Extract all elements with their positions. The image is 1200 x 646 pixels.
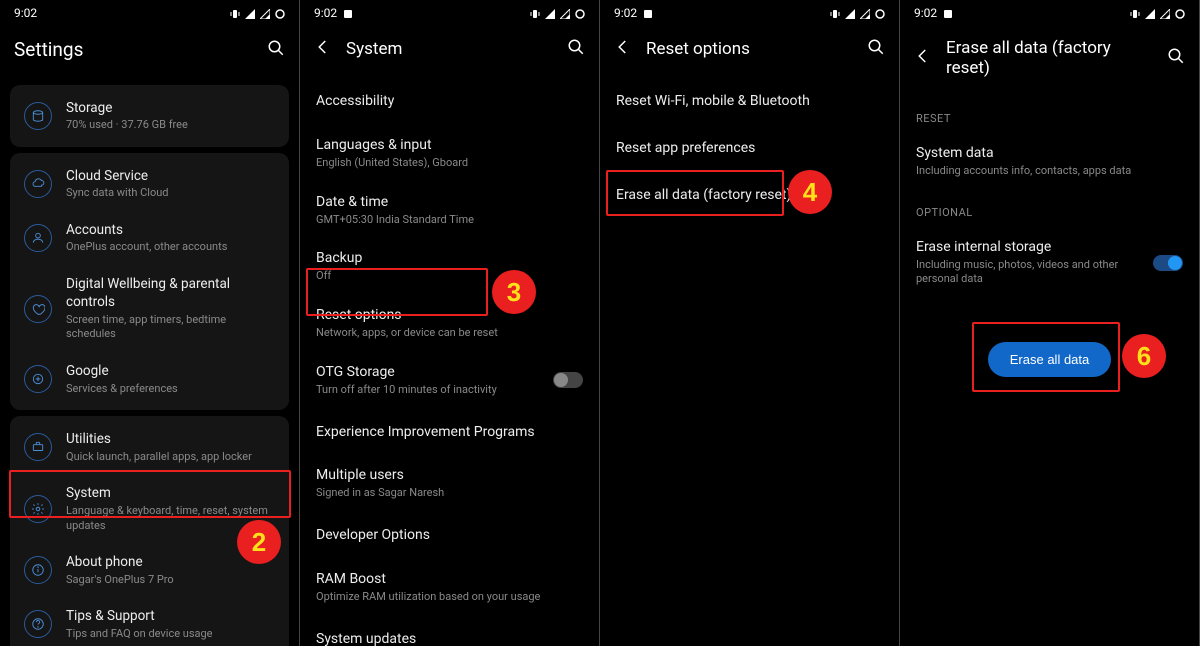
status-bar: 9:02 <box>300 0 599 26</box>
status-time: 9:02 <box>614 6 637 20</box>
item-tips[interactable]: Tips & SupportTips and FAQ on device usa… <box>10 597 289 646</box>
item-google[interactable]: GoogleServices & preferences <box>10 352 289 406</box>
google-icon <box>24 365 52 393</box>
back-icon[interactable] <box>614 38 632 60</box>
battery-icon <box>875 8 885 18</box>
battery-icon <box>575 8 585 18</box>
vibrate-icon <box>830 8 840 18</box>
row-ramboost[interactable]: RAM BoostOptimize RAM utilization based … <box>300 559 599 616</box>
erase-storage-toggle[interactable] <box>1153 255 1183 271</box>
row-erase-all[interactable]: Erase all data (factory reset) <box>600 172 899 219</box>
battery-icon <box>275 8 285 18</box>
page-title: System <box>346 39 553 59</box>
page-header: System <box>300 26 599 78</box>
item-cloud[interactable]: Cloud ServiceSync data with Cloud <box>10 157 289 211</box>
step-badge: 4 <box>788 170 832 214</box>
status-time: 9:02 <box>314 6 337 20</box>
item-wellbeing[interactable]: Digital Wellbeing & parental controlsScr… <box>10 265 289 352</box>
storage-card: Storage70% used · 37.76 GB free <box>10 85 289 147</box>
user-icon <box>24 224 52 252</box>
signal-icon <box>245 8 255 18</box>
search-icon[interactable] <box>1167 47 1185 69</box>
cloud-icon <box>24 170 52 198</box>
row-multiusers[interactable]: Multiple usersSigned in as Sagar Naresh <box>300 455 599 512</box>
status-bar: 9:02 <box>0 0 299 26</box>
item-utilities[interactable]: UtilitiesQuick launch, parallel apps, ap… <box>10 420 289 474</box>
page-header: Reset options <box>600 26 899 78</box>
gear-icon <box>24 495 52 523</box>
erase-all-button[interactable]: Erase all data <box>988 342 1112 377</box>
item-accounts[interactable]: AccountsOnePlus account, other accounts <box>10 211 289 265</box>
screen-system: 9:02 System Accessibility Languages & in… <box>300 0 600 646</box>
signal-icon <box>1145 8 1155 18</box>
erase-button-wrap: Erase all data 6 <box>900 298 1199 377</box>
status-time: 9:02 <box>14 6 37 20</box>
search-icon[interactable] <box>867 38 885 60</box>
status-bar: 9:02 <box>900 0 1199 26</box>
screen-reset-options: 9:02 Reset options Reset Wi-Fi, mobile &… <box>600 0 900 646</box>
row-otg[interactable]: OTG StorageTurn off after 10 minutes of … <box>300 352 599 409</box>
page-header: Settings <box>0 26 299 79</box>
vibrate-icon <box>1130 8 1140 18</box>
row-datetime[interactable]: Date & timeGMT+05:30 India Standard Time <box>300 182 599 239</box>
status-icons <box>530 8 585 18</box>
step-badge: 3 <box>492 270 536 314</box>
status-icons <box>830 8 885 18</box>
signal2-icon <box>1160 8 1170 18</box>
settings-group-2: UtilitiesQuick launch, parallel apps, ap… <box>10 416 289 646</box>
page-title: Reset options <box>646 39 853 59</box>
signal2-icon <box>560 8 570 18</box>
settings-group-1: Cloud ServiceSync data with Cloud Accoun… <box>10 153 289 410</box>
info-icon <box>24 556 52 584</box>
status-icons <box>230 8 285 18</box>
back-icon[interactable] <box>314 38 332 60</box>
storage-row[interactable]: Storage70% used · 37.76 GB free <box>10 89 289 143</box>
battery-icon <box>1175 8 1185 18</box>
row-backup[interactable]: BackupOff <box>300 238 599 295</box>
row-experience[interactable]: Experience Improvement Programs <box>300 409 599 456</box>
screenshot-icon <box>643 8 653 18</box>
briefcase-icon <box>24 433 52 461</box>
page-title: Erase all data (factory reset) <box>946 38 1153 78</box>
page-header: Erase all data (factory reset) <box>900 26 1199 96</box>
otg-toggle[interactable] <box>553 372 583 388</box>
signal-icon <box>845 8 855 18</box>
row-sysupdates[interactable]: System updates <box>300 616 599 646</box>
status-icons <box>1130 8 1185 18</box>
signal2-icon <box>260 8 270 18</box>
row-reset-wifi[interactable]: Reset Wi-Fi, mobile & Bluetooth <box>600 78 899 125</box>
status-time: 9:02 <box>914 6 937 20</box>
search-icon[interactable] <box>267 39 285 61</box>
page-title: Settings <box>14 38 253 61</box>
section-optional: OPTIONAL <box>900 190 1199 227</box>
back-icon[interactable] <box>914 47 932 69</box>
question-icon <box>24 610 52 638</box>
screen-settings: 9:02 Settings Storage70% used · 37.76 GB… <box>0 0 300 646</box>
storage-icon <box>24 102 52 130</box>
row-erase-internal[interactable]: Erase internal storageIncluding music, p… <box>900 227 1199 299</box>
section-reset: RESET <box>900 96 1199 133</box>
heart-icon <box>24 295 52 323</box>
vibrate-icon <box>230 8 240 18</box>
signal-icon <box>545 8 555 18</box>
signal2-icon <box>860 8 870 18</box>
search-icon[interactable] <box>567 38 585 60</box>
row-devoptions[interactable]: Developer Options <box>300 512 599 559</box>
screen-erase-all: 9:02 Erase all data (factory reset) RESE… <box>900 0 1200 646</box>
row-reset-options[interactable]: Reset optionsNetwork, apps, or device ca… <box>300 295 599 352</box>
step-badge: 6 <box>1122 334 1166 378</box>
screenshot-icon <box>343 8 353 18</box>
vibrate-icon <box>530 8 540 18</box>
row-accessibility[interactable]: Accessibility <box>300 78 599 125</box>
row-reset-apps[interactable]: Reset app preferences <box>600 125 899 172</box>
row-system-data[interactable]: System dataIncluding accounts info, cont… <box>900 133 1199 190</box>
screenshot-icon <box>943 8 953 18</box>
status-bar: 9:02 <box>600 0 899 26</box>
row-languages[interactable]: Languages & inputEnglish (United States)… <box>300 125 599 182</box>
